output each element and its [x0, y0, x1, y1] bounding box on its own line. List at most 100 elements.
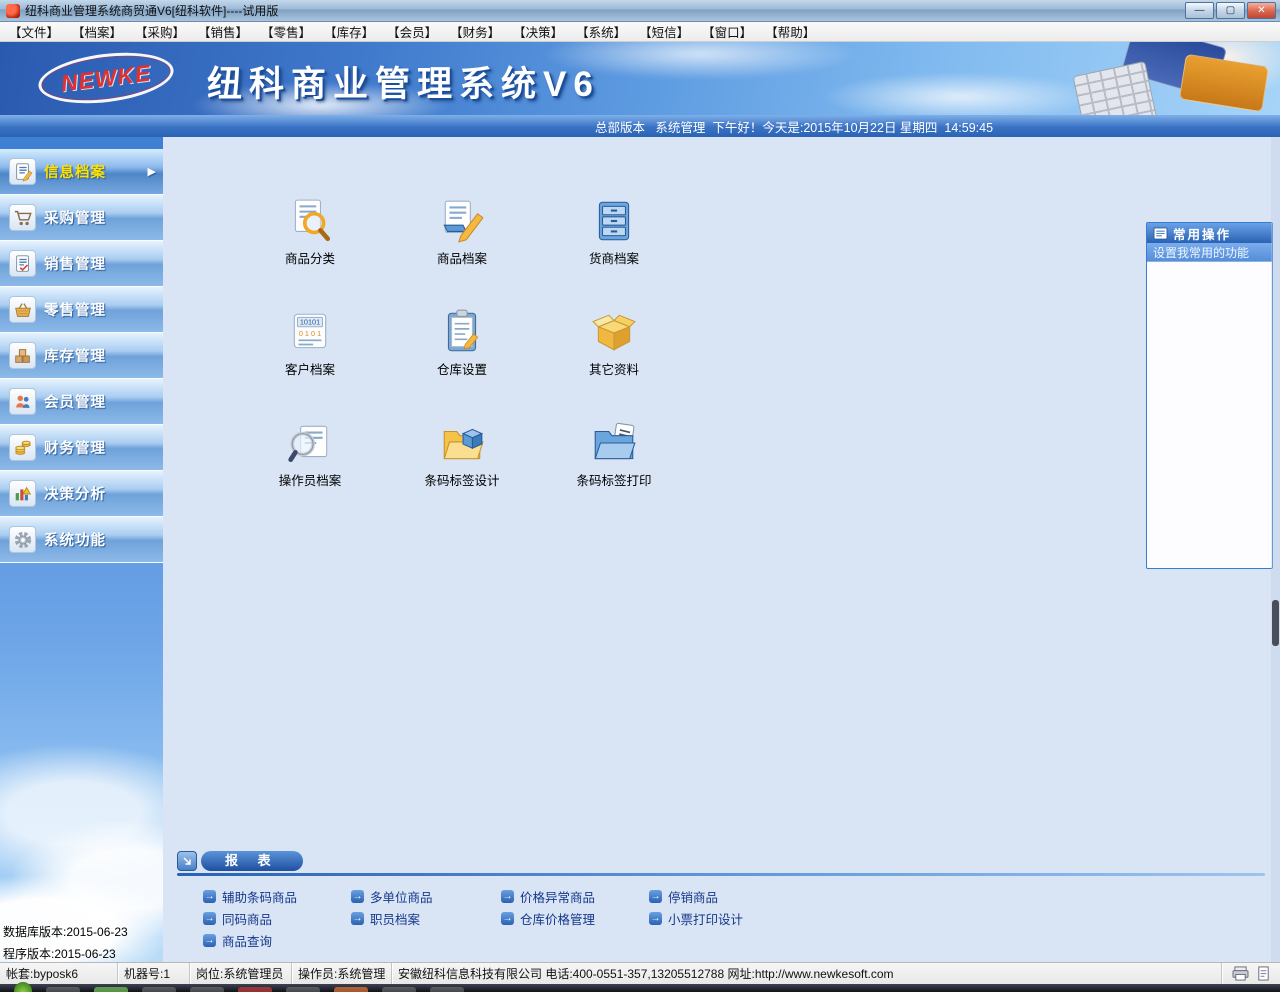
menu-item-system[interactable]: 【系统】 [575, 21, 627, 42]
taskbar-item[interactable] [430, 987, 464, 992]
newke-logo-text: NEWKE [59, 59, 152, 97]
vertical-scrollbar[interactable] [1271, 137, 1280, 962]
arrow-right-icon: → [203, 890, 216, 903]
reports-tab[interactable]: 报 表 [177, 851, 303, 871]
icon-label: 条码标签打印 [576, 470, 651, 489]
taskbar-item[interactable] [238, 987, 272, 992]
sidebar-item-inventory[interactable]: 库存管理 [0, 333, 163, 379]
taskbar-item[interactable] [382, 987, 416, 992]
sidebar-item-info-archive[interactable]: 信息档案 ▶ [0, 149, 163, 195]
icon-warehouse-setup[interactable]: 仓库设置 [386, 296, 538, 407]
sidebar-item-label: 系统功能 [44, 529, 106, 550]
statusbar-icons [1222, 963, 1280, 984]
arrow-right-icon: → [501, 912, 514, 925]
menu-item-finance[interactable]: 【财务】 [449, 21, 501, 42]
icon-supplier-archive[interactable]: 货商档案 [538, 185, 690, 296]
menu-item-window[interactable]: 【窗口】 [701, 21, 753, 42]
company-contact-status: 安徽纽科信息科技有限公司 电话:400-0551-357,13205512788… [392, 963, 1222, 984]
menu-item-file[interactable]: 【文件】 [8, 21, 60, 42]
banner-photo-decoration [1025, 42, 1280, 115]
arrow-right-icon: → [203, 912, 216, 925]
sidebar-item-purchase[interactable]: 采购管理 [0, 195, 163, 241]
icon-customer-archive[interactable]: 101010 1 0 1 客户档案 [234, 296, 386, 407]
header-banner: NEWKE 纽科商业管理系统V6 [0, 42, 1280, 115]
page-icon[interactable] [1255, 966, 1272, 981]
taskbar-item[interactable] [190, 987, 224, 992]
scrollbar-thumb[interactable] [1272, 600, 1279, 646]
close-button[interactable]: ✕ [1247, 2, 1276, 19]
icon-product-category[interactable]: 商品分类 [234, 185, 386, 296]
report-links-column: →辅助条码商品 →同码商品 →商品查询 [203, 885, 349, 951]
icon-label: 货商档案 [589, 248, 639, 267]
document-pencil-icon [438, 197, 486, 245]
people-icon [9, 388, 36, 415]
menu-item-archive[interactable]: 【档案】 [71, 21, 123, 42]
report-link[interactable]: →仓库价格管理 [501, 907, 647, 929]
icon-operator-archive[interactable]: 操作员档案 [234, 407, 386, 518]
icon-product-archive[interactable]: 商品档案 [386, 185, 538, 296]
chart-warning-icon [9, 480, 36, 507]
sidebar-item-retail[interactable]: 零售管理 [0, 287, 163, 333]
magnifier-document-icon [286, 197, 334, 245]
module-icon-grid: 商品分类 商品档案 货商档案 101010 1 0 1 客户档案 仓库设置 [234, 185, 690, 518]
sidebar-item-system[interactable]: 系统功能 [0, 517, 163, 563]
icon-barcode-label-design[interactable]: 条码标签设计 [386, 407, 538, 518]
minimize-button[interactable]: — [1185, 2, 1214, 19]
open-box-icon [590, 308, 638, 356]
reports-tab-label: 报 表 [201, 851, 303, 871]
windows-taskbar [0, 984, 1280, 992]
printer-icon[interactable] [1232, 966, 1249, 981]
menu-item-inventory[interactable]: 【库存】 [323, 21, 375, 42]
edition-and-datetime: 总部版本 系统管理 下午好！今天是:2015年10月22日 星期四 14:59:… [595, 117, 993, 136]
list-icon [1153, 227, 1168, 240]
report-link[interactable]: →辅助条码商品 [203, 885, 349, 907]
taskbar-item[interactable] [94, 987, 128, 992]
sidebar: 信息档案 ▶ 采购管理 销售管理 零售管理 [0, 137, 163, 962]
maximize-button[interactable]: ▢ [1216, 2, 1245, 19]
program-version: 程序版本:2015-06-23 [3, 945, 116, 962]
operator-status: 操作员:系统管理 [292, 963, 392, 984]
taskbar-item[interactable] [286, 987, 320, 992]
report-link[interactable]: →职员档案 [351, 907, 497, 929]
icon-label: 客户档案 [285, 359, 335, 378]
title-bar: 纽科商业管理系统商贸通V6[纽科软件]----试用版 — ▢ ✕ [0, 0, 1280, 22]
set-common-functions-link[interactable]: 设置我常用的功能 [1147, 243, 1272, 262]
boxes-icon [9, 342, 36, 369]
report-link[interactable]: →价格异常商品 [501, 885, 647, 907]
menu-item-help[interactable]: 【帮助】 [764, 21, 816, 42]
taskbar-item[interactable] [46, 987, 80, 992]
invoice-check-icon [9, 250, 36, 277]
arrow-right-icon: → [351, 912, 364, 925]
svg-text:0 1 0 1: 0 1 0 1 [299, 329, 321, 338]
reports-divider-line [177, 873, 1265, 876]
sidebar-item-member[interactable]: 会员管理 [0, 379, 163, 425]
menu-item-sms[interactable]: 【短信】 [638, 21, 690, 42]
taskbar-item[interactable] [334, 987, 368, 992]
report-link[interactable]: →商品查询 [203, 929, 349, 951]
window-controls: — ▢ ✕ [1185, 2, 1276, 19]
report-link[interactable]: →多单位商品 [351, 885, 497, 907]
common-operations-title: 常用操作 [1173, 224, 1231, 243]
icon-barcode-label-print[interactable]: 条码标签打印 [538, 407, 690, 518]
report-link[interactable]: →同码商品 [203, 907, 349, 929]
icon-other-data[interactable]: 其它资料 [538, 296, 690, 407]
common-operations-panel: 常用操作 设置我常用的功能 [1146, 222, 1273, 569]
menu-item-retail[interactable]: 【零售】 [260, 21, 312, 42]
sidebar-item-decision[interactable]: 决策分析 [0, 471, 163, 517]
taskbar-item[interactable] [142, 987, 176, 992]
app-window: 纽科商业管理系统商贸通V6[纽科软件]----试用版 — ▢ ✕ 【文件】 【档… [0, 0, 1280, 992]
start-orb-icon[interactable] [14, 982, 32, 992]
folder-label-icon [590, 419, 638, 467]
document-pen-icon [9, 158, 36, 185]
icon-label: 操作员档案 [279, 470, 342, 489]
sidebar-item-sales[interactable]: 销售管理 [0, 241, 163, 287]
menu-item-purchase[interactable]: 【采购】 [134, 21, 186, 42]
report-link[interactable]: →停销商品 [649, 885, 795, 907]
sidebar-item-finance[interactable]: 财务管理 [0, 425, 163, 471]
menu-item-sales[interactable]: 【销售】 [197, 21, 249, 42]
report-link[interactable]: →小票打印设计 [649, 907, 795, 929]
menu-item-decision[interactable]: 【决策】 [512, 21, 564, 42]
menu-item-member[interactable]: 【会员】 [386, 21, 438, 42]
report-links-column: →多单位商品 →职员档案 [351, 885, 497, 929]
coins-icon [9, 434, 36, 461]
